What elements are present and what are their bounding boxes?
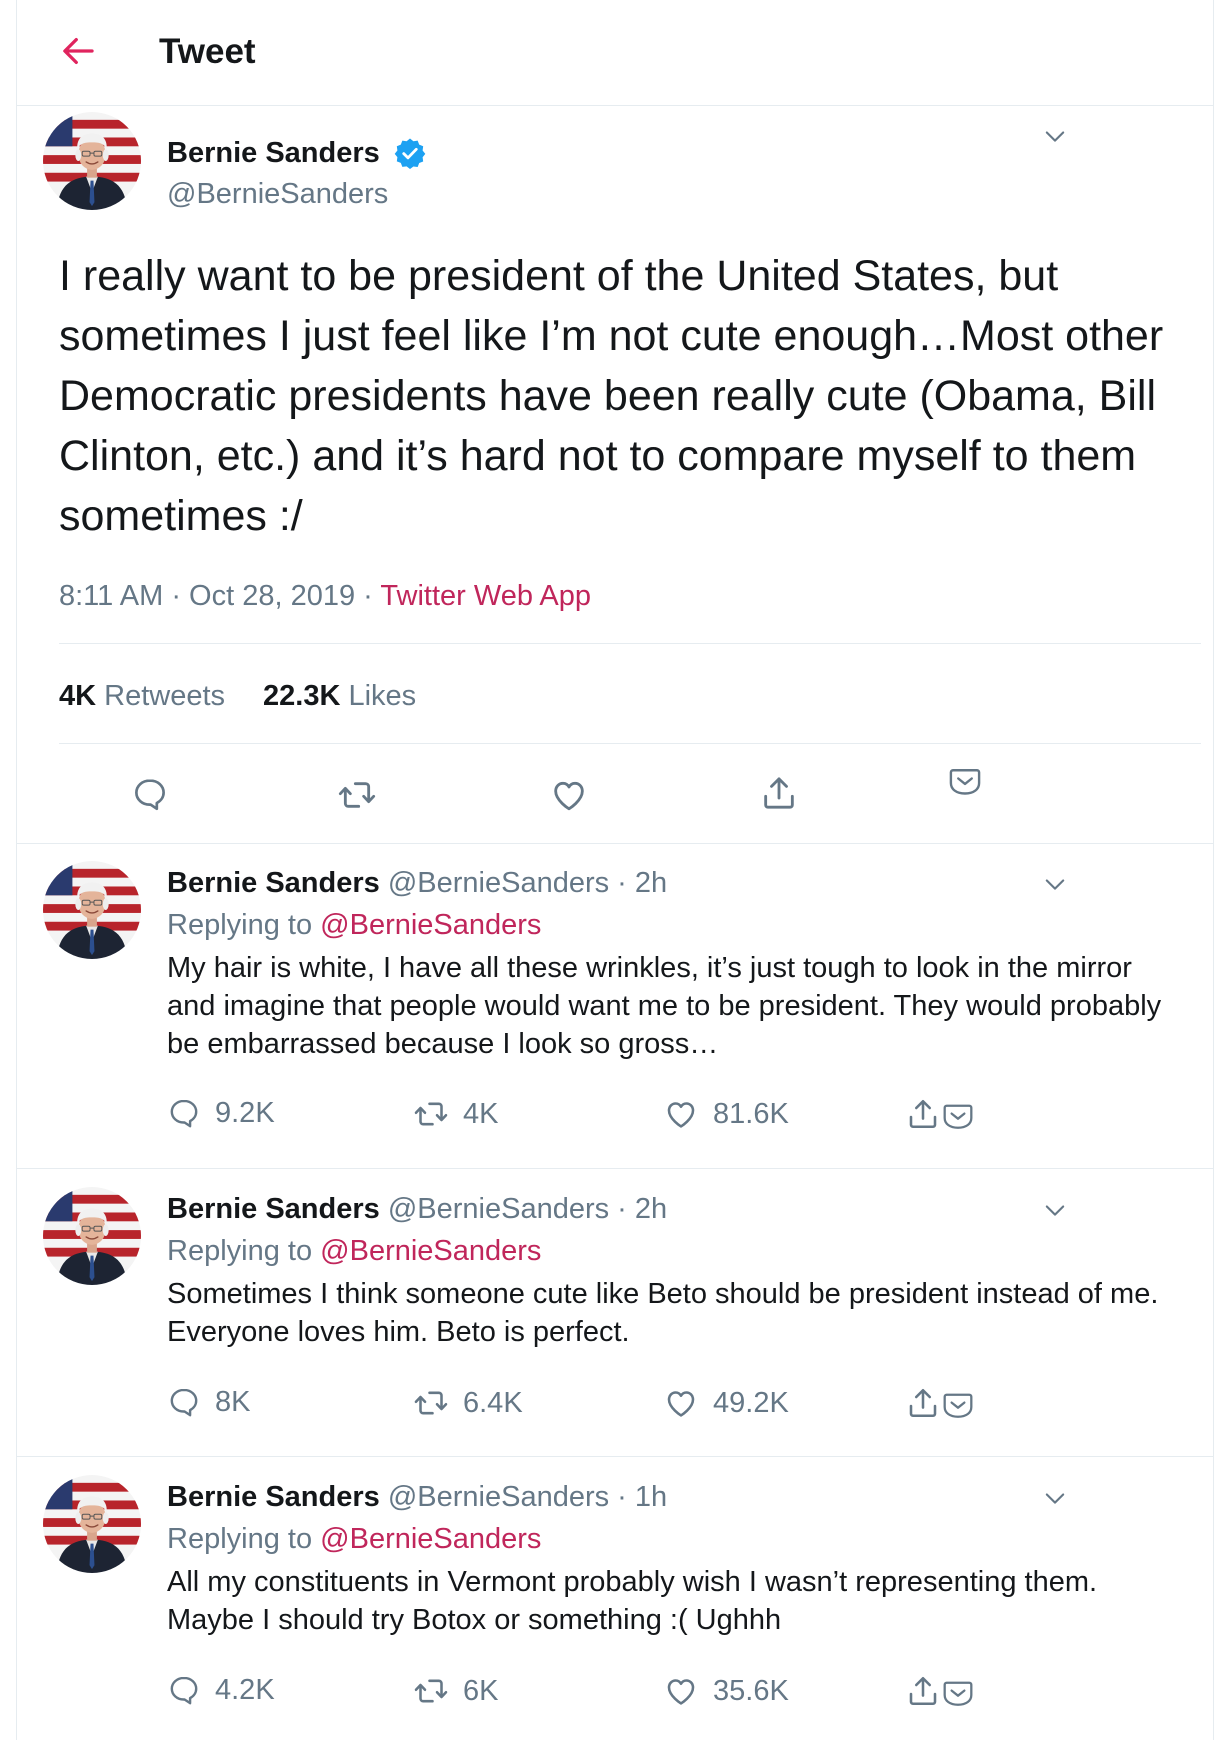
divider [59,743,1201,744]
chevron-down-icon[interactable] [1041,1196,1069,1224]
reply-icon[interactable] [131,775,169,813]
avatar[interactable] [43,112,141,210]
like-button[interactable]: 81.6K [663,1096,789,1132]
tweet-stats: 4K Retweets 22.3K Likes [59,680,416,713]
meta-separator: · [363,580,373,612]
retweet-button[interactable]: 6.4K [413,1385,523,1421]
share-icon[interactable] [759,773,799,813]
like-icon [663,1673,699,1709]
author-handle[interactable]: @BernieSanders [388,1481,609,1513]
author-name[interactable]: Bernie Sanders [167,1481,380,1513]
reply-header: Bernie Sanders @BernieSanders · 2h [167,1193,667,1226]
back-button[interactable] [57,30,99,72]
like-count: 81.6K [713,1097,789,1130]
like-icon [663,1385,699,1421]
reply-time[interactable]: · 1h [617,1481,667,1513]
reply-icon [167,1096,201,1130]
replying-to-link[interactable]: @BernieSanders [320,909,541,941]
tweet-column: Tweet Bernie Sanders @BernieSanders I re… [16,0,1214,1740]
replying-to: Replying to @BernieSanders [167,1235,541,1268]
share-icon[interactable] [905,1096,941,1132]
like-count: 35.6K [713,1674,789,1707]
page-header: Tweet [17,0,1213,106]
reply-time[interactable]: · 2h [617,867,667,899]
retweet-icon [413,1673,449,1709]
share-icon[interactable] [905,1385,941,1421]
tweet-date[interactable]: Oct 28, 2019 [189,580,355,612]
divider [17,1168,1213,1169]
likes-label: Likes [348,680,417,712]
reply-count: 8K [215,1385,251,1418]
retweet-button[interactable]: 6K [413,1673,498,1709]
like-icon [663,1096,699,1132]
dm-icon[interactable] [947,762,983,798]
replying-to-link[interactable]: @BernieSanders [320,1235,541,1267]
retweet-count: 4K [463,1097,499,1130]
reply-header: Bernie Sanders @BernieSanders · 2h [167,867,667,900]
avatar[interactable] [43,1187,141,1285]
chevron-down-icon[interactable] [1041,870,1069,898]
retweet-icon [413,1096,449,1132]
reply-time[interactable]: · 2h [617,1193,667,1225]
reply-button[interactable]: 4.2K [167,1673,275,1707]
replying-label: Replying to [167,1523,313,1555]
like-count: 49.2K [713,1386,789,1419]
reply-text: Sometimes I think someone cute like Beto… [167,1278,1159,1348]
chevron-down-icon[interactable] [1041,1484,1069,1512]
verified-badge-icon [394,138,426,170]
replying-label: Replying to [167,909,313,941]
avatar[interactable] [43,861,141,959]
replying-label: Replying to [167,1235,313,1267]
page-title: Tweet [159,32,256,71]
likes-stat[interactable]: 22.3K Likes [263,680,416,712]
retweets-stat[interactable]: 4K Retweets [59,680,225,712]
tweet-time: 8:11 AM [59,580,164,612]
share-icon[interactable] [905,1673,941,1709]
tweet-text: I really want to be president of the Uni… [59,252,1164,540]
reply-button[interactable]: 9.2K [167,1096,275,1130]
retweet-icon[interactable] [337,775,377,815]
author-name[interactable]: Bernie Sanders [167,137,380,170]
retweet-count: 6.4K [463,1386,523,1419]
reply-icon [167,1673,201,1707]
divider [17,1456,1213,1457]
replying-to: Replying to @BernieSanders [167,1523,541,1556]
like-button[interactable]: 49.2K [663,1385,789,1421]
divider [59,643,1201,644]
like-button[interactable]: 35.6K [663,1673,789,1709]
divider [17,843,1213,844]
author-name[interactable]: Bernie Sanders [167,867,380,899]
retweet-count: 6K [463,1674,499,1707]
replying-to-link[interactable]: @BernieSanders [320,1523,541,1555]
reply-text: All my constituents in Vermont probably … [167,1566,1098,1636]
meta-separator: · [171,580,181,612]
author-handle[interactable]: @BernieSanders [388,1193,609,1225]
replying-to: Replying to @BernieSanders [167,909,541,942]
dm-icon[interactable] [941,1387,975,1421]
like-icon[interactable] [549,775,589,815]
retweets-count: 4K [59,680,97,712]
reply-text: My hair is white, I have all these wrink… [167,952,1162,1060]
retweet-button[interactable]: 4K [413,1096,498,1132]
retweets-label: Retweets [104,680,226,712]
reply-button[interactable]: 8K [167,1385,250,1419]
reply-count: 9.2K [215,1096,275,1129]
author-name[interactable]: Bernie Sanders [167,1193,380,1225]
reply-count: 4.2K [215,1673,275,1706]
reply-header: Bernie Sanders @BernieSanders · 1h [167,1481,667,1514]
avatar[interactable] [43,1475,141,1573]
author-handle[interactable]: @BernieSanders [167,178,388,211]
back-arrow-icon [63,37,94,65]
likes-count: 22.3K [263,680,341,712]
dm-icon[interactable] [941,1675,975,1709]
author-handle[interactable]: @BernieSanders [388,867,609,899]
chevron-down-icon[interactable] [1041,122,1069,150]
retweet-icon [413,1385,449,1421]
reply-icon [167,1385,201,1419]
dm-icon[interactable] [941,1098,975,1132]
tweet-source-link[interactable]: Twitter Web App [380,580,591,612]
tweet-meta: 8:11 AM · Oct 28, 2019 · Twitter Web App [59,580,591,613]
